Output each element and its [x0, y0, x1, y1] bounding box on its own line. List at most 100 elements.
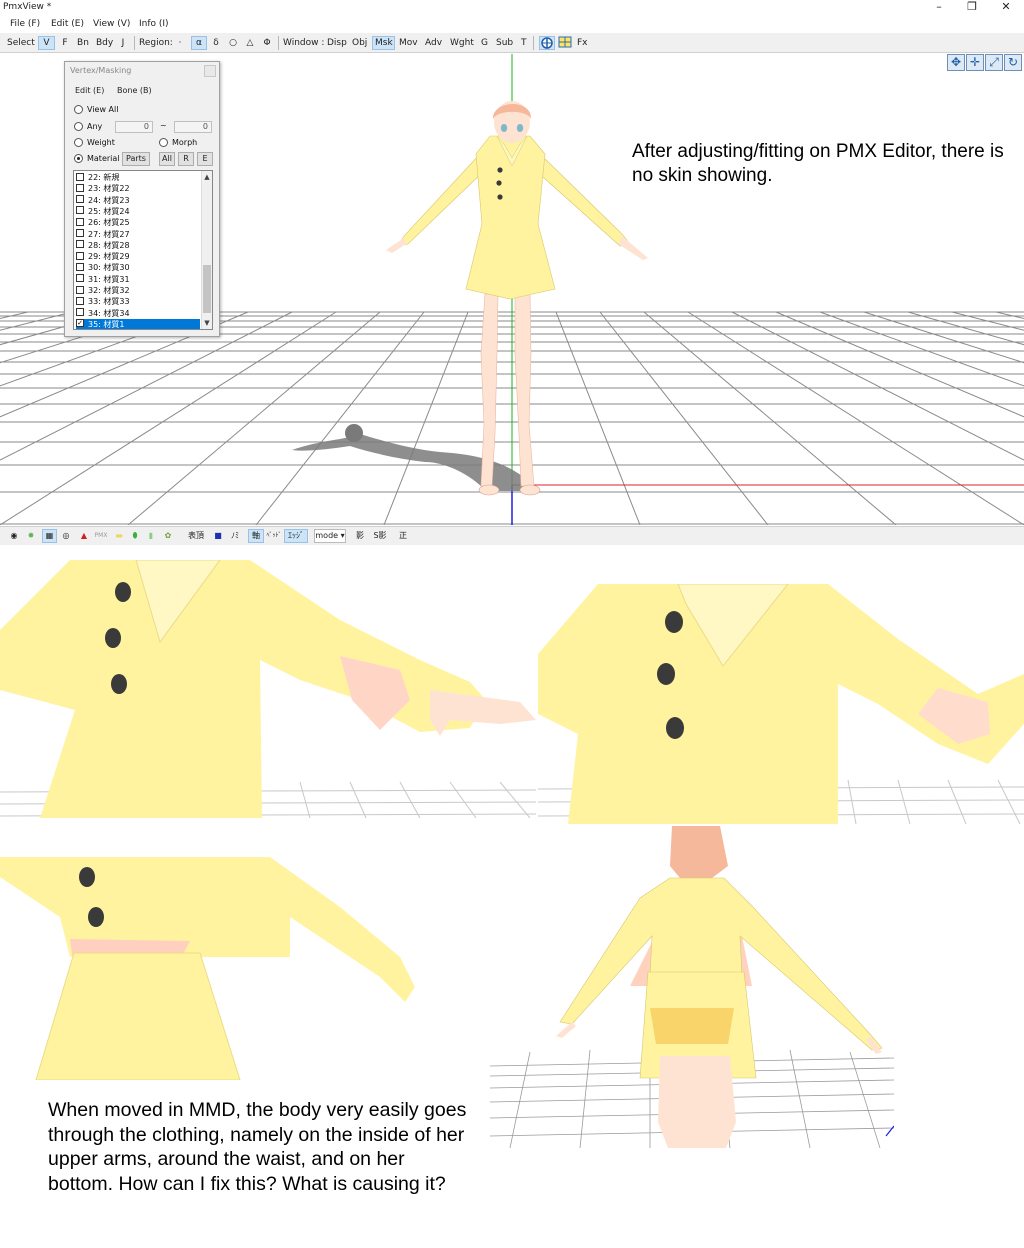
window-g-button[interactable]: G	[479, 36, 490, 50]
material-list-item[interactable]: 32: 材質32	[76, 285, 200, 296]
morph-radio[interactable]: Morph	[159, 137, 197, 149]
panel-close-button[interactable]	[204, 65, 216, 77]
checkbox-icon[interactable]	[76, 262, 84, 271]
checkbox-icon[interactable]	[76, 172, 84, 181]
r-button[interactable]: R	[178, 152, 194, 166]
material-list-item[interactable]: 34: 材質34	[76, 308, 200, 319]
close-button[interactable]: ✕	[989, 0, 1023, 16]
select-vertex-button[interactable]: V	[38, 36, 55, 50]
self-shadow-button[interactable]: S影	[371, 529, 389, 543]
soft-body-icon[interactable]: ✿	[162, 529, 174, 543]
checkbox-icon[interactable]	[76, 217, 84, 226]
view-all-radio[interactable]: View All	[74, 104, 118, 116]
front-view-button[interactable]: 正	[396, 529, 410, 543]
material-list-item[interactable]: 22: 新規	[76, 172, 200, 183]
normal-button[interactable]: ﾉﾐ	[228, 529, 242, 543]
region-delta-button[interactable]: δ	[209, 36, 223, 50]
window-mov-button[interactable]: Mov	[397, 36, 420, 50]
all-button[interactable]: All	[159, 152, 175, 166]
material-list-item[interactable]: 26: 材質25	[76, 217, 200, 228]
checkbox-icon[interactable]	[76, 308, 84, 317]
scroll-up-icon[interactable]: ▲	[202, 172, 212, 182]
checkbox-icon[interactable]	[76, 195, 84, 204]
scroll-down-icon[interactable]: ▼	[202, 318, 212, 328]
region-alpha-button[interactable]: α	[191, 36, 207, 50]
rigid-body-icon[interactable]: ⬮	[130, 529, 140, 543]
region-phi-button[interactable]: Φ	[260, 36, 274, 50]
rotate-view-icon[interactable]: ↻	[1004, 54, 1022, 71]
checkbox-icon[interactable]	[76, 229, 84, 237]
region-triangle-button[interactable]: △	[243, 36, 257, 50]
material-list-item[interactable]: ✓ 35: 材質1	[76, 318, 200, 329]
fx-button[interactable]: Fx	[575, 36, 590, 50]
triangle-icon[interactable]: ▲	[78, 529, 90, 543]
checkbox-icon[interactable]	[76, 285, 84, 294]
window-obj-button[interactable]: Obj	[350, 36, 369, 50]
parts-button[interactable]: Parts	[122, 152, 150, 166]
menu-info[interactable]: Info (I)	[139, 19, 169, 29]
select-joint-button[interactable]: J	[117, 36, 129, 50]
material-radio[interactable]: Material	[74, 153, 120, 165]
checkbox-icon[interactable]	[76, 296, 84, 305]
checkbox-icon[interactable]	[76, 274, 84, 283]
material-display-icon[interactable]: ▦	[42, 529, 57, 543]
grid-icon[interactable]	[557, 36, 573, 50]
region-circle-button[interactable]: ○	[226, 36, 240, 50]
window-t-button[interactable]: T	[519, 36, 529, 50]
select-face-button[interactable]: F	[58, 36, 72, 50]
vertex-display-icon[interactable]: ◉	[8, 529, 20, 543]
render-mode-icon[interactable]	[539, 36, 555, 50]
surface-vertex-button[interactable]: 表頂	[186, 529, 206, 543]
any-from-input[interactable]: 0	[115, 121, 153, 133]
color-square-icon[interactable]: ■	[212, 529, 224, 543]
bone-display-icon[interactable]: ▬	[112, 529, 126, 543]
window-msk-button[interactable]: Msk	[372, 36, 395, 50]
select-bone-button[interactable]: Bn	[74, 36, 92, 50]
window-disp-button[interactable]: Disp	[325, 36, 349, 50]
target-icon[interactable]: ◎	[60, 529, 72, 543]
green-star-icon[interactable]: ✸	[24, 529, 38, 543]
material-list-item[interactable]: 29: 材質29	[76, 251, 200, 262]
window-sub-button[interactable]: Sub	[494, 36, 515, 50]
checkbox-icon[interactable]	[76, 251, 84, 260]
material-list-item[interactable]: 27: 材質27	[76, 229, 200, 240]
menu-edit[interactable]: Edit (E)	[51, 19, 84, 29]
zoom-view-icon[interactable]: ⤢	[985, 54, 1003, 71]
material-list[interactable]: 22: 新規 23: 材質22 24: 材質23 25: 材質24 26: 材質25 27…	[73, 170, 213, 330]
material-list-item[interactable]: 33: 材質33	[76, 296, 200, 307]
menu-file[interactable]: File (F)	[10, 19, 40, 29]
any-radio[interactable]: Any	[74, 121, 102, 133]
checkbox-icon[interactable]	[76, 183, 84, 192]
material-list-item[interactable]: 31: 材質31	[76, 274, 200, 285]
window-adv-button[interactable]: Adv	[423, 36, 444, 50]
any-to-input[interactable]: 0	[174, 121, 212, 133]
mode-dropdown[interactable]: mode ▾	[314, 529, 346, 543]
material-list-item[interactable]: 24: 材質23	[76, 195, 200, 206]
minimize-button[interactable]: –	[922, 0, 956, 16]
pan-view-icon[interactable]: ✛	[966, 54, 984, 71]
checkbox-icon[interactable]	[76, 240, 84, 249]
checkbox-icon[interactable]: ✓	[76, 319, 84, 328]
region-point-button[interactable]: ·	[173, 36, 187, 50]
material-list-item[interactable]: 25: 材質24	[76, 206, 200, 217]
paint-button[interactable]: ﾍﾟｯﾄﾞ	[266, 529, 282, 543]
scroll-thumb[interactable]	[203, 265, 211, 313]
joint-icon[interactable]: ▮	[146, 529, 156, 543]
edge-button[interactable]: ｴｯｼﾞ	[284, 529, 308, 543]
checkbox-icon[interactable]	[76, 206, 84, 215]
weight-radio[interactable]: Weight	[74, 137, 115, 149]
shadow-button[interactable]: 影	[353, 529, 367, 543]
menu-view[interactable]: View (V)	[93, 19, 130, 29]
material-list-scrollbar[interactable]: ▲ ▼	[201, 171, 212, 329]
pmx-icon[interactable]: PMX	[94, 529, 108, 543]
e-button[interactable]: E	[197, 152, 213, 166]
material-list-item[interactable]: 23: 材質22	[76, 183, 200, 194]
select-body-button[interactable]: Bdy	[94, 36, 114, 50]
material-list-item[interactable]: 28: 材質28	[76, 240, 200, 251]
move-view-icon[interactable]: ✥	[947, 54, 965, 71]
panel-menu-bone[interactable]: Bone (B)	[117, 86, 152, 95]
restore-button[interactable]: ❐	[955, 0, 989, 16]
material-list-item[interactable]: 30: 材質30	[76, 262, 200, 273]
window-wght-button[interactable]: Wght	[448, 36, 476, 50]
axis-button[interactable]: 軸	[248, 529, 264, 543]
